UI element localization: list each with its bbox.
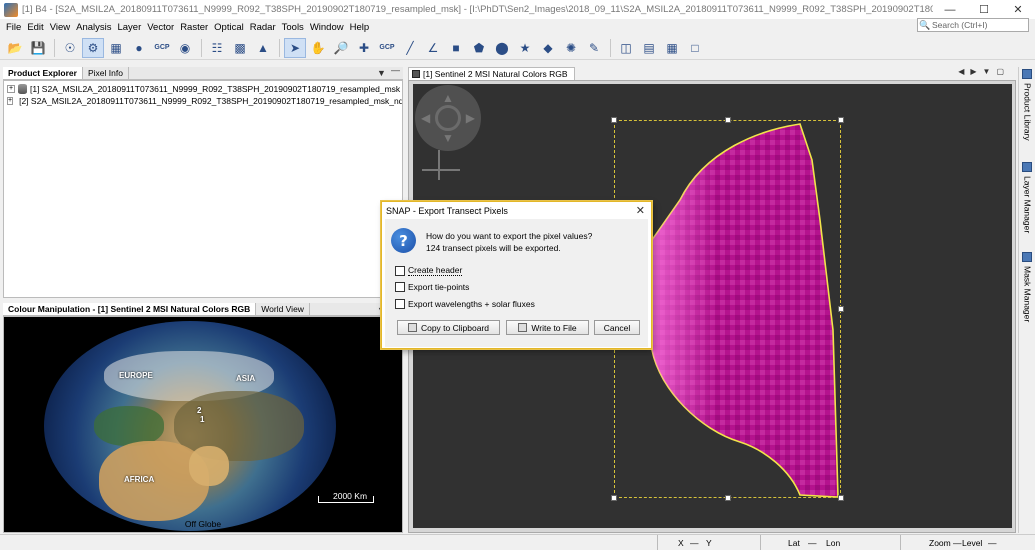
resize-handle[interactable] xyxy=(725,117,731,123)
copy-to-clipboard-button[interactable]: Copy to Clipboard xyxy=(397,320,500,335)
sidebar-tab-mask-manager[interactable]: Mask Manager xyxy=(1020,252,1035,332)
status-level-label: Level xyxy=(962,538,983,548)
button-label: Cancel xyxy=(603,322,631,333)
pan-right-icon[interactable]: ▶ xyxy=(466,111,475,125)
navigation-control[interactable]: ▲ ▼ ◀ ▶ xyxy=(415,85,481,151)
checkbox-label: Export wavelengths + solar fluxes xyxy=(408,299,535,309)
checkbox-label: Create header xyxy=(408,265,463,276)
dialog-question: How do you want to export the pixel valu… xyxy=(426,231,593,241)
dialog-body: ? How do you want to export the pixel va… xyxy=(385,219,648,347)
sidebar-label: Layer Manager xyxy=(1022,176,1033,234)
sidebar-tab-layer-manager[interactable]: Layer Manager xyxy=(1020,162,1035,242)
mask-manager-icon xyxy=(1022,252,1032,262)
rotate-ring[interactable] xyxy=(435,105,461,131)
dialog-title: SNAP - Export Transect Pixels xyxy=(382,202,651,219)
dialog-close-button[interactable]: ✕ xyxy=(636,204,645,217)
resize-handle[interactable] xyxy=(838,117,844,123)
right-sidebar: Product Library Layer Manager Mask Manag… xyxy=(1018,67,1035,533)
resize-handle[interactable] xyxy=(611,117,617,123)
button-label: Copy to Clipboard xyxy=(420,322,490,333)
sidebar-label: Mask Manager xyxy=(1022,266,1033,323)
status-lat-value: — xyxy=(808,538,817,548)
status-zoom-label: Zoom xyxy=(929,538,951,548)
resize-handle[interactable] xyxy=(611,495,617,501)
checkbox-box[interactable] xyxy=(395,265,405,276)
pan-up-icon[interactable]: ▲ xyxy=(442,91,454,105)
status-bar: X — Y Lat — Lon Zoom — Level — xyxy=(0,534,1035,550)
zoom-slider-thumb[interactable] xyxy=(422,169,460,171)
status-divider xyxy=(900,535,901,550)
dialog-message: How do you want to export the pixel valu… xyxy=(426,230,592,254)
file-icon xyxy=(518,323,528,332)
layer-manager-icon xyxy=(1022,162,1032,172)
cancel-button[interactable]: Cancel xyxy=(594,320,640,335)
export-tie-points-checkbox[interactable]: Export tie-points xyxy=(395,282,469,292)
pan-left-icon[interactable]: ◀ xyxy=(421,111,430,125)
resize-handle[interactable] xyxy=(838,495,844,501)
product-library-icon xyxy=(1022,69,1032,79)
resize-handle[interactable] xyxy=(725,495,731,501)
status-lat-label: Lat xyxy=(788,538,800,548)
status-divider xyxy=(657,535,658,550)
resize-handle[interactable] xyxy=(838,306,844,312)
status-level-value: — xyxy=(988,538,997,548)
write-to-file-button[interactable]: Write to File xyxy=(506,320,589,335)
checkbox-box[interactable] xyxy=(395,282,405,292)
status-y-label: Y xyxy=(706,538,712,548)
sidebar-label: Product Library xyxy=(1022,83,1033,141)
status-divider xyxy=(760,535,761,550)
checkbox-label: Export tie-points xyxy=(408,282,470,292)
status-zoom-value: — xyxy=(953,538,962,548)
zoom-slider[interactable] xyxy=(438,150,440,180)
create-header-checkbox[interactable]: Create header xyxy=(395,265,463,276)
checkbox-box[interactable] xyxy=(395,299,405,309)
question-icon: ? xyxy=(391,228,416,253)
dialog-info: 124 transect pixels will be exported. xyxy=(426,243,561,253)
sidebar-tab-product-library[interactable]: Product Library xyxy=(1020,69,1035,149)
export-wavelengths-checkbox[interactable]: Export wavelengths + solar fluxes xyxy=(395,299,535,309)
pan-down-icon[interactable]: ▼ xyxy=(442,131,454,145)
button-label: Write to File xyxy=(531,322,577,333)
export-transect-dialog: SNAP - Export Transect Pixels ✕ ? How do… xyxy=(381,201,652,349)
clipboard-icon xyxy=(407,323,417,332)
status-x-value: — xyxy=(690,538,699,548)
status-x-label: X xyxy=(678,538,684,548)
status-lon-label: Lon xyxy=(826,538,841,548)
